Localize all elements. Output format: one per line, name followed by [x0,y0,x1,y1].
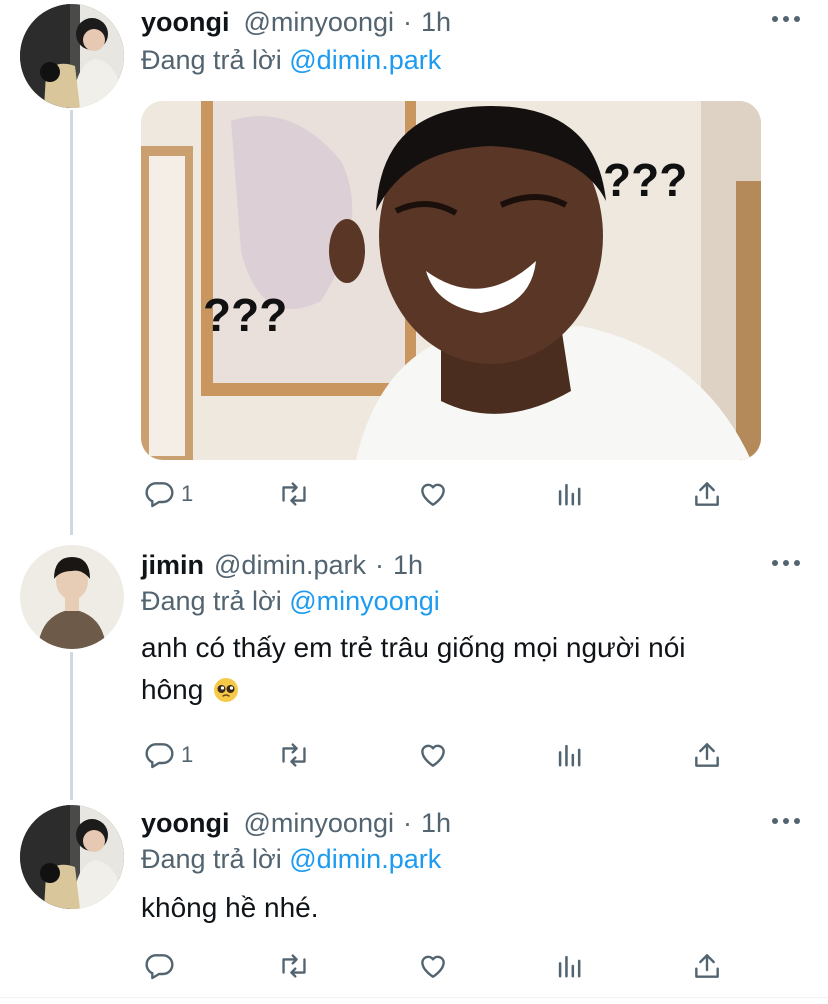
timestamp[interactable]: 1h [393,545,423,585]
reply-button[interactable]: 1 [143,474,193,514]
divider [0,997,828,998]
like-button[interactable] [417,735,449,775]
user-handle[interactable]: @minyoongi [244,2,394,42]
reply-button[interactable] [143,946,175,986]
like-icon [421,483,445,506]
timestamp[interactable]: 1h [421,2,451,42]
tweet-text: không hề nhé. [141,892,319,923]
separator-dot: · [374,550,384,580]
tweet-actions: 1 [141,474,781,514]
tweet-text-word: hông [141,674,204,705]
more-icon[interactable] [772,14,800,24]
separator-dot: · [402,7,412,37]
avatar[interactable] [20,545,124,649]
tweet-actions [141,946,781,986]
views-button[interactable] [555,946,583,986]
reply-icon [145,954,174,980]
separator-dot: · [402,808,412,838]
display-name[interactable]: yoongi [141,803,230,843]
display-name[interactable]: jimin [141,545,204,585]
mention-link[interactable]: @minyoongi [289,586,439,616]
tweet[interactable]: jimin @dimin.park · 1h Đang trả lời @min… [0,545,828,800]
display-name[interactable]: yoongi [141,2,230,42]
replying-to: Đang trả lời @dimin.park [141,40,441,80]
share-icon [695,954,719,978]
reply-count: 1 [181,742,194,767]
like-button[interactable] [417,474,449,514]
share-icon [695,743,719,767]
share-button[interactable] [691,474,723,514]
avatar-photo [20,805,124,909]
user-handle[interactable]: @dimin.park [214,545,366,585]
retweet-button[interactable] [277,946,311,986]
pleading-face-emoji [214,678,239,702]
share-button[interactable] [691,735,723,775]
reply-icon [145,743,174,769]
avatar[interactable] [20,4,124,108]
question-marks-right: ??? [603,154,687,206]
retweet-icon [282,743,306,767]
replying-prefix: Đang trả lời [141,844,290,874]
retweet-button[interactable] [277,735,311,775]
reply-count: 1 [181,481,194,506]
reply-icon [145,482,174,508]
tweet-actions: 1 [141,735,781,775]
tweet-text-line: hông [141,669,781,711]
views-icon [558,955,581,978]
more-icon[interactable] [772,558,800,568]
replying-to: Đang trả lời @dimin.park [141,839,441,879]
like-icon [421,744,445,767]
views-button[interactable] [555,474,583,514]
mention-link[interactable]: @dimin.park [289,844,441,874]
meme-image: ??? ??? [141,101,761,460]
more-icon[interactable] [772,816,800,826]
reply-button[interactable]: 1 [143,735,193,775]
avatar[interactable] [20,805,124,909]
avatar-photo [20,545,124,649]
replying-prefix: Đang trả lời [141,586,290,616]
like-button[interactable] [417,946,449,986]
views-icon [558,483,581,506]
mention-link[interactable]: @dimin.park [289,45,441,75]
tweet[interactable]: yoongi @minyoongi · 1h Đang trả lời @dim… [0,0,828,535]
views-button[interactable] [555,735,583,775]
question-marks-left: ??? [203,289,287,341]
replying-prefix: Đang trả lời [141,45,290,75]
tweet[interactable]: yoongi @minyoongi · 1h Đang trả lời @dim… [0,803,828,997]
tweet-image[interactable]: ??? ??? [141,101,761,460]
share-icon [695,482,719,506]
user-handle[interactable]: @minyoongi [244,803,394,843]
replying-to: Đang trả lời @minyoongi [141,581,440,621]
avatar-photo [20,4,124,108]
tweet-text: anh có thấy em trẻ trâu giống mọi người … [141,627,781,711]
timestamp[interactable]: 1h [421,803,451,843]
retweet-icon [282,954,306,978]
tweet-text-line: anh có thấy em trẻ trâu giống mọi người … [141,632,686,663]
views-icon [558,744,581,767]
retweet-button[interactable] [277,474,311,514]
share-button[interactable] [691,946,723,986]
retweet-icon [282,482,306,506]
like-icon [421,955,445,978]
